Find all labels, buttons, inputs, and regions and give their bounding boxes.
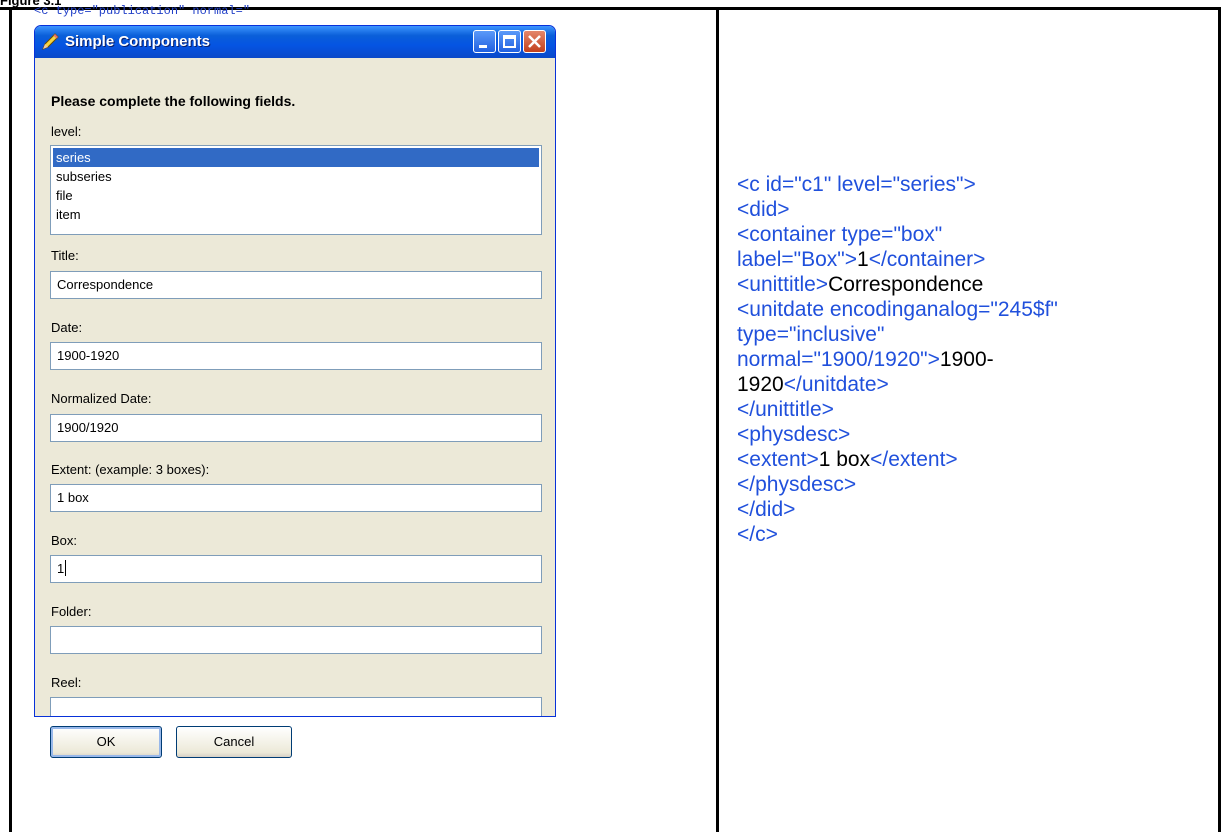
- title-field[interactable]: Correspondence: [50, 271, 542, 299]
- xml-value: Correspondence: [828, 273, 984, 296]
- extent-label: Extent: (example: 3 boxes):: [51, 462, 210, 477]
- xml-line: </c>: [737, 523, 778, 546]
- title-label: Title:: [51, 248, 79, 263]
- level-listbox[interactable]: series subseries file item: [50, 145, 542, 235]
- normalized-date-field[interactable]: 1900/1920: [50, 414, 542, 442]
- xml-value: 1: [857, 248, 869, 271]
- minimize-button[interactable]: [473, 30, 496, 53]
- folder-field[interactable]: [50, 626, 542, 654]
- background-xml-text: <c type="publication" normal=": [34, 5, 251, 18]
- box-label: Box:: [51, 533, 78, 548]
- window-title: Simple Components: [65, 33, 211, 50]
- level-label: level:: [51, 124, 82, 139]
- level-option-subseries[interactable]: subseries: [53, 167, 539, 186]
- xml-line: 1920</unitdate>: [737, 372, 1058, 397]
- box-field-value: 1: [57, 561, 65, 576]
- close-button[interactable]: [523, 30, 546, 53]
- cancel-button[interactable]: Cancel: [176, 726, 292, 758]
- xml-tag: </container>: [868, 248, 986, 271]
- xml-tag: normal="1900/1920">: [737, 348, 940, 371]
- normalized-date-label: Normalized Date:: [51, 391, 152, 406]
- xml-line: <extent>1 box</extent>: [737, 447, 1058, 472]
- xml-line: type="inclusive": [737, 323, 885, 346]
- level-option-file[interactable]: file: [53, 186, 539, 205]
- xml-line: </physdesc>: [737, 473, 857, 496]
- extent-field[interactable]: 1 box: [50, 484, 542, 512]
- xml-line: </did>: [737, 498, 796, 521]
- text-cursor: [65, 560, 67, 576]
- xml-tag: </unitdate>: [783, 373, 889, 396]
- table-border-middle: [716, 7, 719, 832]
- xml-line: <unittitle>Correspondence: [737, 272, 1058, 297]
- instruction-text: Please complete the following fields.: [51, 93, 296, 109]
- xml-line: label="Box">1</container>: [737, 247, 1058, 272]
- xml-line: normal="1900/1920">1900-: [737, 347, 1058, 372]
- xml-tag: label="Box">: [737, 248, 857, 271]
- date-field[interactable]: 1900-1920: [50, 342, 542, 370]
- xml-line: <c id="c1" level="series">: [737, 173, 976, 196]
- level-option-series[interactable]: series: [53, 148, 539, 167]
- date-label: Date:: [51, 320, 83, 335]
- xml-output: <c id="c1" level="series"> <did> <contai…: [737, 172, 1058, 547]
- reel-field[interactable]: [50, 697, 542, 716]
- xml-line: <did>: [737, 198, 790, 221]
- xml-line: <unitdate encodinganalog="245$f": [737, 298, 1058, 321]
- xml-tag: </extent>: [870, 448, 958, 471]
- box-field[interactable]: 1: [50, 555, 542, 583]
- xml-value: 1900-: [939, 348, 994, 371]
- ok-button[interactable]: OK: [50, 726, 162, 758]
- xml-tag: <unittitle>: [737, 273, 829, 296]
- pencil-icon: [40, 32, 60, 52]
- xml-value: 1 box: [818, 448, 871, 471]
- xml-line: </unittitle>: [737, 398, 834, 421]
- xml-tag: <extent>: [737, 448, 819, 471]
- xml-line: <physdesc>: [737, 423, 851, 446]
- table-border-left: [9, 7, 12, 832]
- maximize-button[interactable]: [498, 30, 521, 53]
- simple-components-dialog: Simple Components Please complete the fo…: [34, 25, 556, 717]
- level-option-item[interactable]: item: [53, 205, 539, 224]
- xml-value: 1920: [737, 373, 784, 396]
- title-bar[interactable]: Simple Components: [35, 26, 555, 58]
- reel-label: Reel:: [51, 675, 82, 690]
- folder-label: Folder:: [51, 604, 92, 619]
- xml-line: <container type="box": [737, 223, 943, 246]
